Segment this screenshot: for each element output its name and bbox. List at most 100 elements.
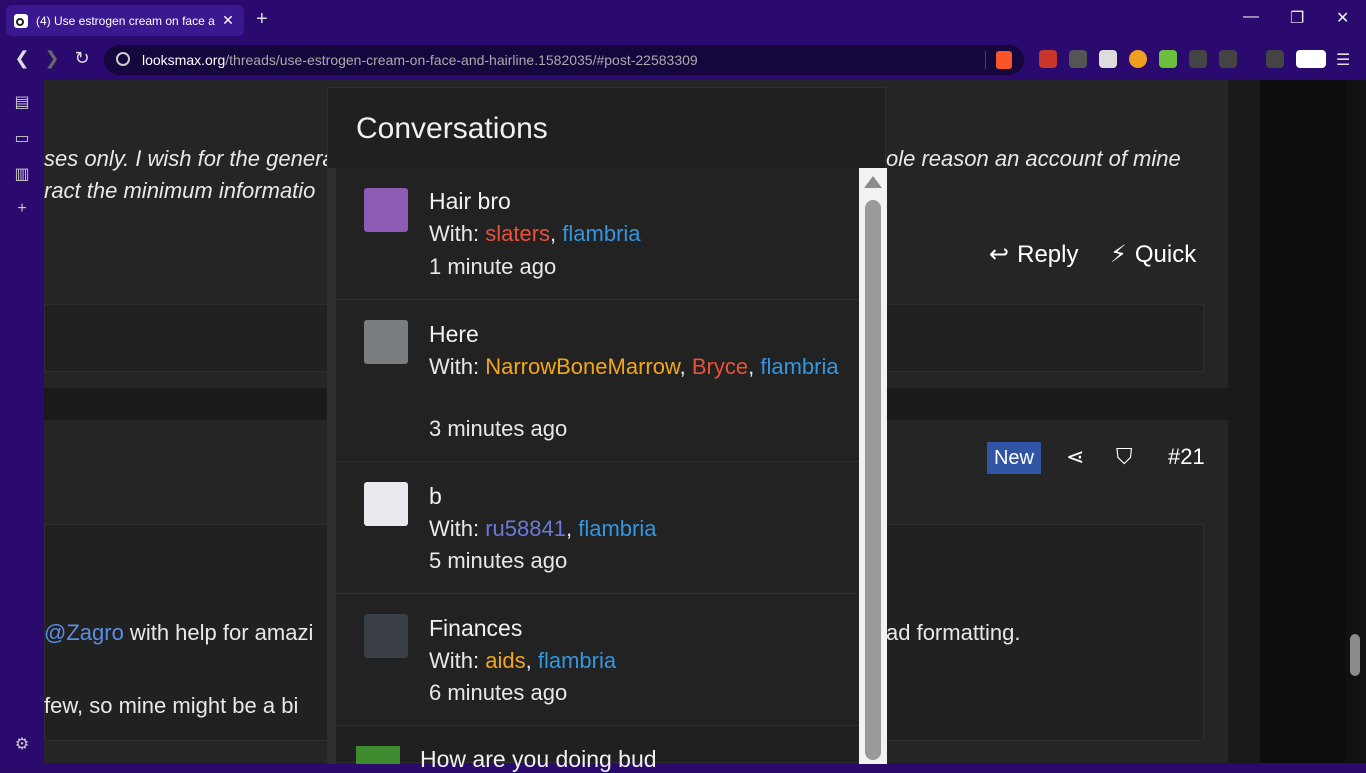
profile-icon[interactable] (1296, 50, 1326, 68)
avatar (364, 188, 408, 232)
quick-label: Quick (1134, 240, 1197, 268)
popup-scrollbar[interactable] (859, 168, 887, 764)
body-text-1: with help for amazi (123, 620, 314, 645)
post-text-line1: ses only. I wish for the genera (44, 146, 335, 171)
post-body-line1-right: ad formatting. (886, 620, 1021, 645)
separator: , (565, 516, 579, 541)
brave-shields-icon[interactable] (996, 51, 1012, 69)
with-label: With: (429, 354, 486, 379)
conversation-list: Hair bro With: slaters, flambria 1 minut… (328, 168, 859, 764)
separator: , (550, 221, 563, 246)
browser-sidebar: ▤ ▭ ▥ + ⚙ (0, 80, 44, 768)
sidebar-toggle-icon[interactable] (1266, 50, 1284, 68)
conversation-item[interactable]: b With: ru58841, flambria 5 minutes ago (336, 462, 859, 594)
conversation-participants: With: aids, flambria (429, 645, 849, 677)
window-close-button[interactable]: ✕ (1336, 8, 1349, 28)
conversation-time: 1 minute ago (429, 254, 557, 279)
post-number[interactable]: #21 (1168, 444, 1205, 470)
eyedropper-icon[interactable] (1069, 50, 1087, 68)
post-body-line2: few, so mine might be a bi (44, 693, 299, 718)
bookmark-icon[interactable]: ⛉ (1116, 444, 1133, 470)
add-panel-icon[interactable]: + (12, 200, 32, 220)
sidebar-settings-icon[interactable]: ⚙ (12, 734, 32, 754)
popup-scroll-thumb[interactable] (865, 200, 881, 760)
popup-title: Conversations (356, 112, 548, 145)
conversation-item[interactable]: Hair bro With: slaters, flambria 1 minut… (336, 168, 859, 300)
participant-link[interactable]: ru58841 (485, 516, 566, 541)
reading-list-icon[interactable]: ▤ (12, 92, 32, 112)
reply-button[interactable]: ↩ Reply (989, 240, 1078, 269)
avatar (364, 614, 408, 658)
separator: , (679, 354, 692, 379)
participant-link[interactable]: flambria (760, 354, 838, 379)
partial-conversation-title[interactable]: How are you doing bud (420, 746, 657, 773)
restore-button[interactable]: ❐ (1290, 8, 1304, 28)
tab-bar: (4) Use estrogen cream on face a ✕ + — ❐… (0, 0, 1366, 40)
conversation-participants: With: NarrowBoneMarrow, Bryce, flambria (429, 351, 849, 383)
reload-icon[interactable]: ↻ (70, 48, 94, 69)
url-domain: looksmax.org (142, 52, 226, 68)
post-body-line1: @Zagro with help for amazi (44, 620, 313, 646)
scroll-up-icon[interactable] (864, 176, 882, 188)
conversation-title: Finances (429, 615, 523, 641)
participant-link[interactable]: NarrowBoneMarrow (485, 354, 679, 379)
active-tab[interactable]: (4) Use estrogen cream on face a ✕ (6, 5, 244, 36)
with-label: With: (429, 221, 486, 246)
avatar (364, 320, 408, 364)
participant-link[interactable]: aids (485, 648, 525, 673)
conversation-participants: With: ru58841, flambria (429, 513, 849, 545)
conversation-title: Hair bro (429, 188, 511, 214)
conversation-title: b (429, 483, 442, 509)
participant-link[interactable]: flambria (578, 516, 656, 541)
with-label: With: (429, 516, 486, 541)
screenshot-icon[interactable] (1219, 50, 1237, 68)
conversation-item[interactable]: Here With: NarrowBoneMarrow, Bryce, flam… (336, 300, 859, 462)
post-text-line2: ract the minimum informatio (44, 178, 316, 203)
reply-label: Reply (1017, 240, 1079, 268)
extension-green-icon[interactable] (1159, 50, 1177, 68)
back-icon[interactable]: ❮ (10, 48, 34, 69)
forward-icon[interactable]: ❯ (40, 48, 64, 69)
participant-link[interactable]: flambria (538, 648, 616, 673)
conversation-time: 3 minutes ago (429, 416, 568, 441)
page-margin (1260, 80, 1346, 763)
conversation-participants: With: slaters, flambria (429, 218, 849, 250)
extension-glasses-icon[interactable] (1099, 50, 1117, 68)
url-separator (985, 51, 986, 69)
reply-icon: ↩ (989, 241, 1010, 268)
participant-link[interactable]: slaters (485, 221, 550, 246)
dark-mode-icon[interactable] (1129, 50, 1147, 68)
lightning-icon: ⚡ (1110, 241, 1127, 268)
conversation-title: Here (429, 321, 479, 347)
bookmarks-icon[interactable]: ▭ (12, 128, 32, 148)
avatar (356, 746, 400, 764)
site-info-icon[interactable] (116, 52, 130, 66)
new-badge: New (987, 442, 1041, 474)
post-text-line1-right: ole reason an account of mine (886, 146, 1181, 171)
menu-icon[interactable]: ☰ (1336, 50, 1354, 69)
puzzle-icon[interactable] (1189, 50, 1207, 68)
separator: , (748, 354, 761, 379)
avatar (364, 482, 408, 526)
address-bar[interactable]: looksmax.org /threads/use-estrogen-cream… (104, 45, 1024, 75)
new-tab-button[interactable]: + (256, 8, 268, 31)
tab-close-icon[interactable]: ✕ (220, 12, 236, 29)
separator: , (525, 648, 538, 673)
page-scroll-thumb[interactable] (1350, 634, 1360, 676)
site-favicon-icon (14, 13, 28, 28)
minimize-button[interactable]: — (1243, 8, 1259, 26)
conversation-item[interactable]: Finances With: aids, flambria 6 minutes … (336, 594, 859, 726)
tab-title: (4) Use estrogen cream on face a (36, 13, 215, 28)
with-label: With: (429, 648, 486, 673)
notes-icon[interactable]: ▥ (12, 164, 32, 184)
conversations-popup: Conversations Hair bro With: slaters, fl… (327, 87, 887, 772)
share-icon[interactable]: ⋖ (1066, 444, 1084, 470)
quick-reply-button[interactable]: ⚡ Quick (1110, 240, 1196, 269)
participant-link[interactable]: flambria (562, 221, 640, 246)
participant-link[interactable]: Bryce (692, 354, 748, 379)
conversation-time: 5 minutes ago (429, 548, 568, 573)
conversation-time: 6 minutes ago (429, 680, 568, 705)
page-scrollbar[interactable] (1346, 80, 1366, 763)
ublock-icon[interactable] (1039, 50, 1057, 68)
mention-link[interactable]: @Zagro (44, 620, 124, 645)
